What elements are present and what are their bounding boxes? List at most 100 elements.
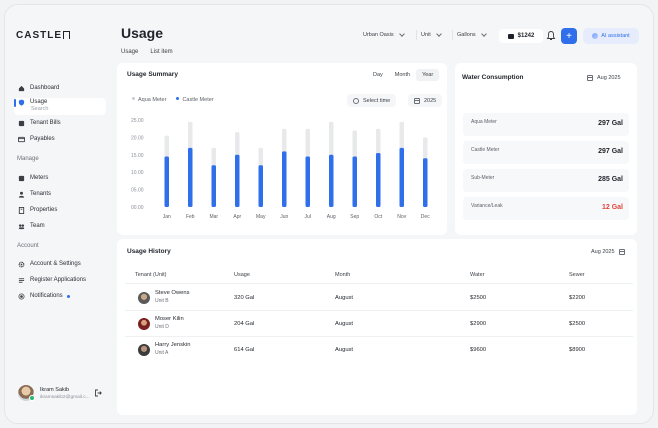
sidebar-item-tenant-bills[interactable]: Tenant Bills: [18, 117, 61, 129]
page-title: Usage: [121, 25, 164, 41]
shield-icon: [18, 98, 25, 106]
bell-icon: [18, 293, 25, 300]
select-time-button[interactable]: Select time: [347, 94, 397, 107]
sidebar-active-indicator: [14, 99, 16, 107]
unit-dropdown[interactable]: Unit: [421, 27, 442, 43]
bell-icon[interactable]: [546, 30, 556, 42]
history-period[interactable]: Aug 2025: [585, 245, 631, 258]
sidebar-item-properties[interactable]: Properties: [18, 204, 57, 216]
x-tick-label: May: [256, 214, 266, 220]
col-sewer[interactable]: Sewer: [569, 272, 585, 278]
sidebar: CASTLE Dashboard Usage Search Tenant Bil…: [5, 5, 113, 423]
x-tick-label: Jan: [163, 214, 171, 220]
col-water[interactable]: Water: [470, 272, 484, 278]
tab-list-item[interactable]: List item: [150, 49, 172, 55]
period-month[interactable]: Month: [389, 69, 416, 81]
x-tick-label: Nov: [397, 214, 406, 220]
user-profile[interactable]: Ikram Sakib ikramsakib2@gmail.c...: [18, 385, 90, 401]
sidebar-item-tenants[interactable]: Tenants: [18, 188, 51, 200]
section-account: Account: [17, 243, 39, 249]
bar-castle-meter[interactable]: [258, 165, 264, 207]
measure-dropdown[interactable]: Gallons: [457, 27, 487, 43]
bar-castle-meter[interactable]: [423, 158, 428, 207]
x-tick-label: Feb: [186, 214, 195, 220]
col-month[interactable]: Month: [335, 272, 350, 278]
bar-castle-meter[interactable]: [352, 156, 358, 207]
period-year[interactable]: Year: [416, 69, 440, 81]
y-tick-label: 00.00: [131, 205, 144, 211]
notification-dot: [66, 294, 70, 298]
card-icon: [18, 136, 25, 143]
bill-icon: [18, 120, 25, 127]
sidebar-item-team[interactable]: Team: [18, 220, 45, 232]
avatar: [138, 344, 150, 356]
location-dropdown[interactable]: Urban Oasis: [363, 27, 405, 43]
wallet-icon: [507, 33, 514, 39]
calendar-icon: [587, 74, 593, 81]
app-frame: CASTLE Dashboard Usage Search Tenant Bil…: [4, 4, 654, 424]
x-tick-label: Oct: [374, 214, 382, 220]
history-title: Usage History: [127, 248, 171, 255]
period-day[interactable]: Day: [367, 69, 389, 81]
sidebar-item-dashboard[interactable]: Dashboard: [18, 82, 59, 94]
water-row-variance: Variance/Leak 12 Gal: [463, 197, 629, 220]
bar-castle-meter[interactable]: [376, 153, 381, 207]
sidebar-item-notifications[interactable]: Notifications: [18, 290, 70, 302]
building-icon: [18, 206, 25, 214]
page-tabs: Usage List item: [121, 49, 173, 55]
legend-castle: Castle Meter: [176, 97, 214, 103]
add-button[interactable]: +: [561, 28, 577, 44]
x-tick-label: Mar: [209, 214, 218, 220]
user-email: ikramsakib2@gmail.c...: [40, 394, 90, 400]
table-row[interactable]: Moser Kilin Unit D 204 Gal August $2900 $…: [125, 311, 633, 337]
header-divider: [125, 283, 633, 284]
logout-icon[interactable]: [94, 389, 102, 397]
bar-castle-meter[interactable]: [305, 156, 311, 207]
bar-castle-meter[interactable]: [399, 147, 405, 207]
col-usage[interactable]: Usage: [234, 272, 250, 278]
chevron-down-icon: [435, 31, 442, 37]
sidebar-search[interactable]: Search: [31, 106, 48, 112]
period-selector: Day Month Year: [367, 69, 440, 81]
bar-castle-meter[interactable]: [164, 156, 170, 207]
bar-castle-meter[interactable]: [211, 165, 217, 207]
chart-legend: Aqua Meter Castle Meter: [132, 97, 214, 103]
y-tick-label: 10.00: [131, 170, 144, 176]
y-tick-label: 20.00: [131, 135, 144, 141]
year-button[interactable]: 2025: [408, 94, 443, 107]
dd-sep-1: [416, 27, 417, 43]
x-tick-label: Jul: [305, 214, 311, 220]
x-tick-label: Sep: [350, 214, 359, 220]
user-name: Ikram Sakib: [40, 386, 70, 393]
section-manage: Manage: [17, 156, 39, 162]
chevron-down-icon: [480, 31, 487, 37]
y-tick-label: 15.00: [131, 153, 144, 159]
bar-castle-meter[interactable]: [329, 154, 334, 207]
sparkle-icon: [592, 33, 599, 39]
sidebar-item-account-settings[interactable]: Account & Settings: [18, 258, 81, 270]
tab-usage[interactable]: Usage: [121, 49, 138, 55]
sidebar-item-payables[interactable]: Payables: [18, 133, 55, 145]
usage-summary-title: Usage Summary: [127, 71, 178, 78]
apps-icon: [18, 277, 25, 284]
calendar-icon: [618, 248, 625, 255]
home-icon: [18, 85, 25, 92]
sidebar-item-meters[interactable]: Meters: [18, 172, 48, 184]
col-tenant[interactable]: Tenant (Unit): [135, 272, 167, 278]
chevron-down-icon: [398, 31, 405, 37]
sidebar-item-register-applications[interactable]: Register Applications: [18, 274, 86, 286]
bar-castle-meter[interactable]: [282, 151, 287, 207]
bar-castle-meter[interactable]: [235, 154, 240, 207]
avatar: [138, 292, 150, 304]
bar-castle-meter[interactable]: [188, 147, 193, 207]
water-row-aqua: Aqua Meter 297 Gal: [463, 113, 629, 136]
ai-assistant-button[interactable]: AI assistant: [583, 28, 639, 44]
wallet-balance[interactable]: $1242: [499, 29, 543, 43]
x-tick-label: Jun: [280, 214, 288, 220]
water-period[interactable]: Aug 2025: [581, 71, 627, 84]
table-row[interactable]: Steve Owens Unit B 320 Gal August $2500 $…: [125, 285, 633, 311]
water-title: Water Consumption: [462, 74, 524, 81]
table-row[interactable]: Harry Jenskin Unit A 614 Gal August $9600…: [125, 337, 633, 363]
y-tick-label: 25.00: [131, 118, 144, 124]
avatar: [138, 318, 150, 330]
